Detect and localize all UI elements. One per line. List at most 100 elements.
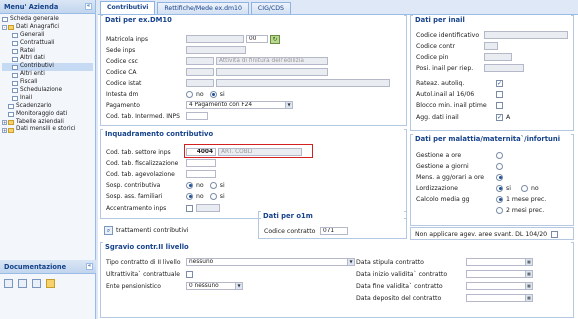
collapse-icon[interactable]: « [85, 3, 92, 10]
calcolo-row: Calcolo media gg 1 mese prec. [416, 195, 547, 203]
chevron-down-icon[interactable]: ▼ [348, 258, 355, 266]
sidebar-item-ratei[interactable]: Ratei [2, 48, 93, 56]
ultrattivita-checkbox[interactable] [186, 270, 193, 278]
sosp-contrib-si-radio[interactable] [209, 181, 217, 189]
matricola-suffix-input[interactable]: 00 [246, 35, 268, 43]
sidebar-item-altri-dati[interactable]: Altri dati [2, 55, 93, 63]
accentramento-checkbox[interactable] [186, 204, 193, 212]
agevolazione-input[interactable] [186, 170, 216, 178]
page-icon [12, 33, 18, 39]
intesta-no-radio[interactable] [186, 90, 193, 98]
tab-bar: Contributivi Rettifiche/Mede ex.dm10 CIG… [98, 0, 578, 15]
istat-code-input[interactable] [186, 79, 214, 87]
calendar-icon[interactable]: ▦ [526, 258, 533, 266]
istat-desc-input[interactable] [216, 79, 390, 87]
gest-ore-radio[interactable] [496, 151, 503, 159]
autol-checkbox[interactable] [496, 90, 503, 98]
ca-desc-input[interactable] [216, 68, 328, 76]
sosp-assegni-si-radio[interactable] [209, 192, 217, 200]
sidebar-item-monitoraggio[interactable]: Monitoraggio dati [2, 111, 93, 119]
stipula-date-input[interactable] [466, 258, 526, 266]
sidebar-item-generali[interactable]: Generali [2, 32, 93, 40]
sosp-assegni-no-radio[interactable] [186, 192, 193, 200]
pagamento-select[interactable]: 4 Pagamento con F24 [186, 101, 286, 109]
tab-rettifiche[interactable]: Rettifiche/Mede ex.dm10 [157, 2, 249, 14]
page-icon [12, 49, 18, 54]
page-icon [12, 88, 18, 94]
collapse-icon[interactable]: « [86, 263, 93, 270]
posi-input[interactable] [484, 64, 524, 72]
folder-icon[interactable] [46, 279, 55, 288]
sidebar-item-inail[interactable]: Inail [2, 95, 93, 103]
matricola-input[interactable] [186, 35, 244, 43]
sede-input[interactable] [186, 46, 246, 54]
deposito-row: Data deposito del contratto ▦ [356, 293, 533, 303]
gest-giorni-radio[interactable] [496, 162, 503, 170]
intesta-si-radio[interactable] [209, 90, 217, 98]
expand-toggle-icon[interactable]: + [2, 120, 7, 126]
inizio-date-input[interactable] [466, 270, 526, 278]
codice-contratto-input[interactable]: 071 [320, 227, 348, 235]
calendar-icon[interactable]: ▦ [526, 282, 533, 290]
refresh-icon[interactable]: ↻ [270, 34, 280, 44]
cod-contr-input[interactable] [484, 42, 498, 50]
mens-radio[interactable] [496, 173, 503, 181]
sidebar-header: Menu' Azienda « [0, 0, 95, 14]
sidebar-item-dati-anagrafici[interactable]: - Dati Anagrafici [2, 24, 93, 32]
blocco-checkbox[interactable] [496, 101, 503, 109]
autol-row: Autol.inail al 16/06 [416, 89, 506, 99]
lordizz-si-radio[interactable] [496, 184, 503, 192]
agev-checkbox[interactable] [551, 230, 559, 238]
new-doc-icon[interactable] [4, 279, 13, 288]
rateaz-checkbox[interactable]: ✓ [496, 79, 503, 87]
tab-cig-cds[interactable]: CIG/CDS [250, 2, 291, 14]
cod-ident-input[interactable] [484, 31, 568, 39]
cod-pin-input[interactable] [484, 53, 512, 61]
ente-select[interactable]: 0 nessuno [186, 282, 236, 290]
tipo-contratto-select[interactable]: nessuno [186, 258, 348, 266]
expand-toggle-icon[interactable]: + [2, 127, 7, 133]
lordizz-no-radio[interactable] [520, 184, 528, 192]
sosp-contrib-no-radio[interactable] [186, 181, 193, 189]
mese1-radio[interactable] [496, 195, 503, 203]
deposito-date-input[interactable] [466, 294, 526, 302]
sidebar-item-scheda-generale[interactable]: Scheda generale [2, 16, 93, 24]
agev-section: Non applicare agev. aree svant. DL 104/2… [410, 227, 574, 240]
sidebar-item-schedulazione[interactable]: Schedulazione [2, 87, 93, 95]
mese2-radio[interactable] [496, 206, 503, 214]
chevron-down-icon[interactable]: ▼ [236, 282, 243, 290]
csc-code-input[interactable] [186, 57, 214, 65]
cod-ident-row: Codice identificativo [416, 30, 568, 40]
agg-checkbox[interactable]: ✓ [496, 113, 503, 121]
documentazione-panel: Documentazione « [0, 260, 96, 293]
sidebar-item-altri-enti[interactable]: Altri enti [2, 71, 93, 79]
sidebar-item-contributivi[interactable]: Contributivi [2, 63, 93, 72]
fiscalizzazione-row: Cod. tab. fiscalizzazione [106, 158, 216, 168]
inail-section: Dati per inail Codice identificativo Cod… [410, 15, 574, 131]
search-icon[interactable]: ⌕ [104, 225, 113, 235]
intesta-row: Intesta dm no si [106, 90, 225, 98]
page-icon [2, 17, 8, 23]
fiscalizzazione-input[interactable] [186, 159, 216, 167]
sosp-assegni-row: Sosp. ass. familiari no si [106, 192, 225, 200]
refresh-icon[interactable] [32, 279, 41, 288]
open-doc-icon[interactable] [18, 279, 27, 288]
accentramento-input[interactable] [196, 204, 220, 212]
fine-date-input[interactable] [466, 282, 526, 290]
sidebar-item-dati-mensili[interactable]: + Dati mensili e storici [2, 126, 93, 134]
csc-desc-input[interactable]: Attività di finitura dell'edilizia [216, 57, 328, 65]
rateaz-row: Rateaz. autoliq. ✓ [416, 79, 503, 87]
tab-interm-input[interactable] [186, 112, 208, 120]
trattamenti-link[interactable]: trattamenti contributivi [116, 227, 188, 234]
sidebar-item-fiscali[interactable]: Fiscali [2, 79, 93, 87]
sidebar-item-contrattuali[interactable]: Contrattuali [2, 40, 93, 48]
ca-code-input[interactable] [186, 68, 214, 76]
calendar-icon[interactable]: ▦ [526, 294, 533, 302]
calendar-icon[interactable]: ▦ [526, 270, 533, 278]
collapse-toggle-icon[interactable]: - [2, 25, 7, 31]
sidebar-item-scadenzario[interactable]: Scadenzario [2, 103, 93, 111]
chevron-down-icon[interactable]: ▼ [286, 101, 293, 109]
tab-contributivi[interactable]: Contributivi [100, 1, 156, 14]
agevolazione-row: Cod. tab. agevolazione [106, 169, 216, 179]
sidebar-item-tabelle-aziendali[interactable]: + Tabelle aziendali [2, 119, 93, 127]
